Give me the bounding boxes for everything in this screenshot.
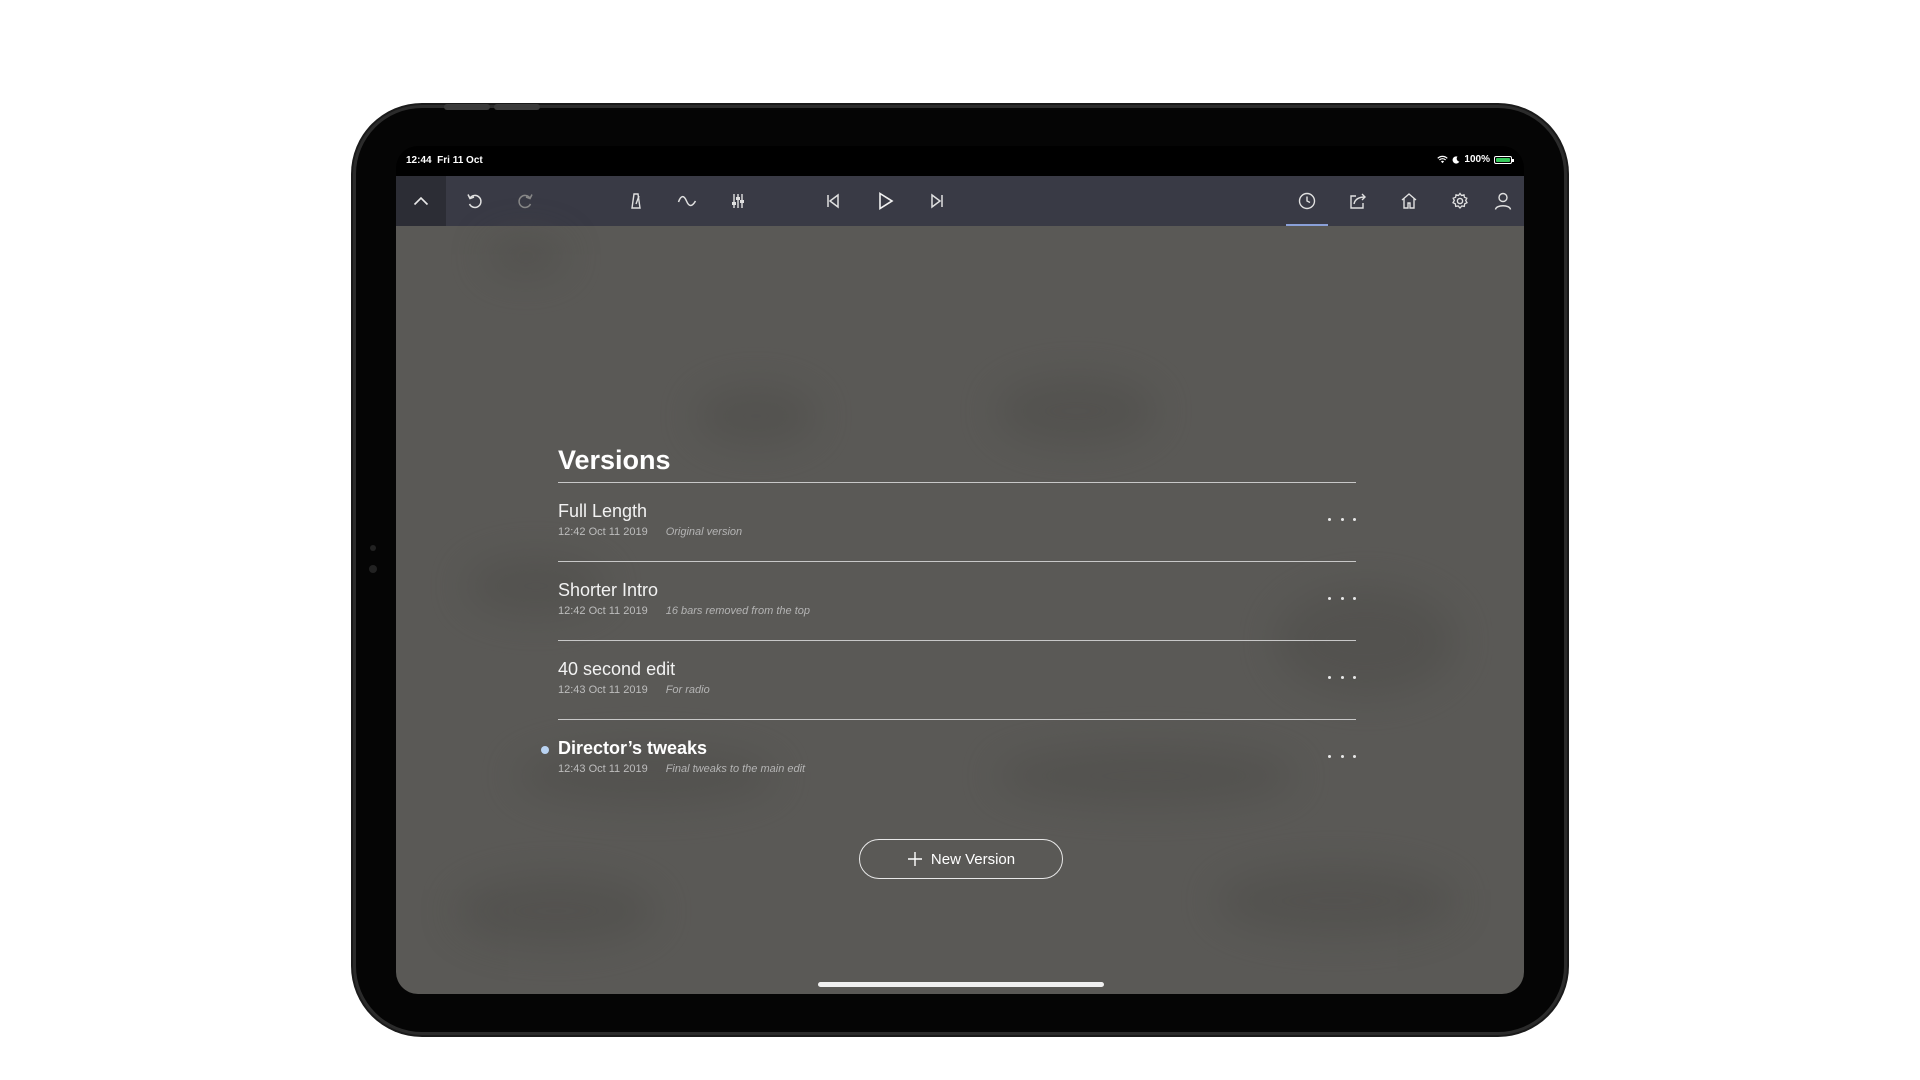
wifi-icon (1437, 155, 1449, 164)
backdrop-blur (1216, 866, 1456, 936)
version-note: Original version (665, 526, 743, 538)
content-area: Versions Full Length 12:42 Oct 11 2019 O… (396, 226, 1524, 994)
metronome-icon (631, 193, 641, 209)
version-row[interactable]: Full Length 12:42 Oct 11 2019 Original v… (558, 483, 1356, 562)
more-options-button[interactable] (1328, 588, 1356, 608)
status-bar: 12:44 Fri 11 Oct 100% (396, 146, 1524, 176)
mixer-icon (732, 194, 744, 208)
volume-down-button (494, 104, 540, 110)
mixer-button[interactable] (717, 176, 759, 226)
backdrop-blur (996, 376, 1156, 446)
version-meta: 12:42 Oct 11 2019 16 bars removed from t… (558, 605, 810, 617)
version-note: 16 bars removed from the top (665, 605, 810, 617)
share-icon (1350, 193, 1366, 209)
version-meta: 12:43 Oct 11 2019 For radio (558, 684, 710, 696)
history-icon (1298, 192, 1316, 210)
skip-forward-button[interactable] (916, 176, 958, 226)
new-version-label: New Version (930, 850, 1016, 868)
more-options-button[interactable] (1328, 667, 1356, 687)
automation-button[interactable] (666, 176, 708, 226)
curve-icon (677, 195, 697, 207)
current-version-indicator (541, 746, 549, 754)
version-meta: 12:42 Oct 11 2019 Original version (558, 526, 742, 538)
versions-panel: Versions Full Length 12:42 Oct 11 2019 O… (541, 440, 1356, 798)
moon-icon (1453, 155, 1460, 164)
status-right: 100% (1437, 154, 1514, 165)
volume-up-button (444, 104, 490, 110)
backdrop-blur (696, 386, 816, 446)
undo-button[interactable] (454, 176, 496, 226)
version-row[interactable]: 40 second edit 12:43 Oct 11 2019 For rad… (558, 641, 1356, 720)
versions-title: Versions (558, 440, 1356, 483)
ipad-frame: 12:44 Fri 11 Oct 100% Versions Full Leng… (356, 104, 1564, 1032)
share-button[interactable] (1337, 176, 1379, 226)
skip-forward-icon (931, 193, 943, 209)
status-clock: 12:44 (406, 155, 432, 166)
camera-dot (370, 545, 376, 551)
version-row-current[interactable]: Director’s tweaks 12:43 Oct 11 2019 Fina… (541, 720, 1356, 798)
version-row[interactable]: Shorter Intro 12:42 Oct 11 2019 16 bars … (558, 562, 1356, 641)
toolbar (396, 176, 1524, 226)
version-timestamp: 12:42 Oct 11 2019 (558, 526, 648, 538)
play-button[interactable] (864, 176, 906, 226)
skip-back-icon (827, 193, 839, 209)
version-name: Shorter Intro (558, 580, 659, 600)
home-indicator[interactable] (818, 982, 1104, 987)
status-time: 12:44 Fri 11 Oct (406, 155, 483, 166)
battery-percent: 100% (1464, 154, 1490, 165)
version-note: For radio (665, 684, 710, 696)
version-name: 40 second edit (558, 659, 676, 679)
chevron-up-icon (413, 196, 429, 206)
versions-button[interactable] (1286, 176, 1328, 226)
account-button[interactable] (1482, 176, 1524, 226)
home-icon (1401, 193, 1417, 209)
plus-icon (907, 852, 922, 866)
redo-button[interactable] (504, 176, 546, 226)
settings-button[interactable] (1439, 176, 1481, 226)
version-meta: 12:43 Oct 11 2019 Final tweaks to the ma… (558, 763, 805, 775)
status-date: Fri 11 Oct (437, 155, 483, 166)
screen: 12:44 Fri 11 Oct 100% Versions Full Leng… (396, 146, 1524, 994)
redo-icon (518, 194, 533, 209)
more-options-button[interactable] (1328, 746, 1356, 766)
settings-icon (1452, 192, 1468, 209)
version-timestamp: 12:43 Oct 11 2019 (558, 684, 648, 696)
backdrop-blur (486, 236, 566, 276)
home-button[interactable] (1388, 176, 1430, 226)
metronome-button[interactable] (615, 176, 657, 226)
version-note: Final tweaks to the main edit (665, 763, 806, 775)
collapse-button[interactable] (396, 176, 446, 226)
play-icon (879, 192, 894, 210)
skip-back-button[interactable] (812, 176, 854, 226)
version-name: Director’s tweaks (558, 738, 708, 758)
version-timestamp: 12:43 Oct 11 2019 (558, 763, 648, 775)
battery-icon (1494, 155, 1514, 164)
undo-icon (467, 194, 482, 209)
account-icon (1494, 192, 1512, 210)
version-name: Full Length (558, 501, 648, 521)
camera-lens (369, 565, 377, 573)
version-timestamp: 12:42 Oct 11 2019 (558, 605, 648, 617)
more-options-button[interactable] (1328, 509, 1356, 529)
backdrop-blur (456, 876, 656, 946)
new-version-button[interactable]: New Version (859, 839, 1063, 879)
